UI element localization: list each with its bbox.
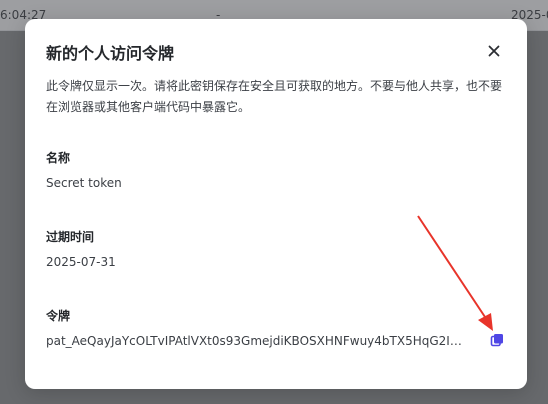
name-label: 名称 bbox=[46, 151, 71, 165]
expiry-value: 2025-07-31 bbox=[46, 255, 116, 269]
token-dialog: 新的个人访问令牌 此令牌仅显示一次。请将此密钥保存在安全且可获取的地方。不要与他… bbox=[25, 19, 527, 389]
dialog-title: 新的个人访问令牌 bbox=[46, 44, 175, 63]
close-icon bbox=[488, 45, 500, 57]
expiry-label: 过期时间 bbox=[46, 230, 95, 244]
token-label: 令牌 bbox=[46, 309, 71, 323]
dialog-description: 此令牌仅显示一次。请将此密钥保存在安全且可获取的地方。不要与他人共享，也不要在浏… bbox=[46, 79, 503, 114]
copy-token-button[interactable] bbox=[489, 332, 505, 348]
copy-icon bbox=[490, 334, 503, 347]
token-value[interactable]: pat_AeQayJaYcOLTvIPAtlVXt0s93GmejdiKBOSX… bbox=[46, 334, 470, 348]
close-button[interactable] bbox=[484, 41, 504, 61]
name-value: Secret token bbox=[46, 176, 122, 190]
